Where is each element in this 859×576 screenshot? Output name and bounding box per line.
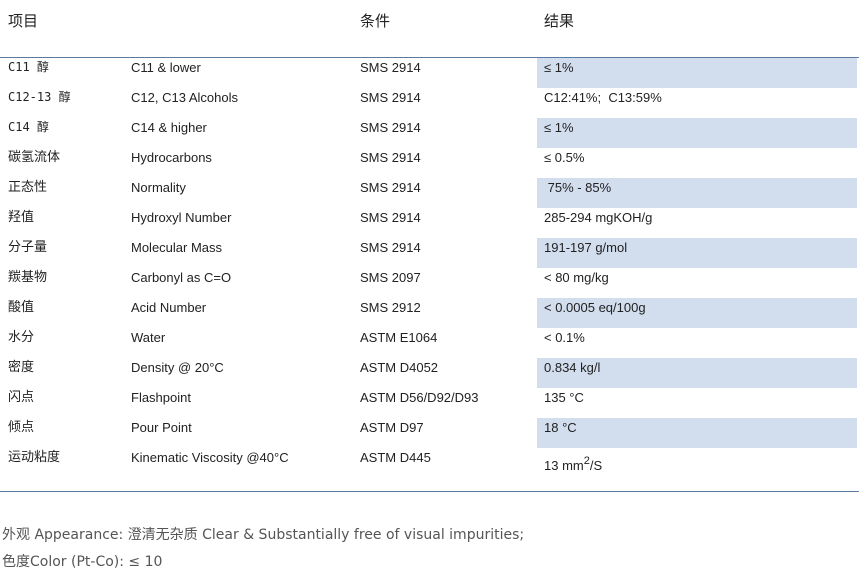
item-en-cell: Flashpoint: [131, 390, 191, 405]
table-row: 碳氢流体 Hydrocarbons SMS 2914 ≤ 0.5%: [0, 148, 859, 178]
table-row: C11 醇 C11 & lower SMS 2914 ≤ 1%: [0, 58, 859, 88]
table-row: C14 醇 C14 & higher SMS 2914 ≤ 1%: [0, 118, 859, 148]
table-bottom-rule: [0, 491, 859, 492]
result-cell: C12:41%; C13:59%: [544, 90, 662, 105]
table-row: 酸值 Acid Number SMS 2912 < 0.0005 eq/100g: [0, 298, 859, 328]
method-cell: SMS 2912: [360, 300, 421, 315]
result-base: 13 mm: [544, 458, 584, 473]
table-row: 羟值 Hydroxyl Number SMS 2914 285-294 mgKOH/g: [0, 208, 859, 238]
result-cell: < 80 mg/kg: [544, 270, 609, 285]
result-cell: ≤ 1%: [544, 60, 574, 75]
header-condition: 条件: [360, 12, 391, 30]
item-cn-cell: 正态性: [8, 180, 48, 195]
item-en-cell: Normality: [131, 180, 186, 195]
item-en-cell: C12, C13 Alcohols: [131, 90, 238, 105]
item-cn-cell: 羰基物: [8, 270, 48, 285]
result-cell: ≤ 1%: [544, 120, 574, 135]
table-row: 倾点 Pour Point ASTM D97 18 °C: [0, 418, 859, 448]
method-cell: SMS 2914: [360, 180, 421, 195]
item-en-cell: Carbonyl as C=O: [131, 270, 232, 285]
item-cn-cell: C14 醇: [8, 120, 49, 134]
item-cn-cell: C11 醇: [8, 60, 49, 74]
result-cell: 0.834 kg/l: [544, 360, 601, 375]
result-cell: 13 mm2/S: [544, 448, 602, 473]
table-row: 水分 Water ASTM E1064 < 0.1%: [0, 328, 859, 358]
method-cell: SMS 2097: [360, 270, 421, 285]
header-item: 项目: [8, 12, 39, 30]
method-cell: ASTM D56/D92/D93: [360, 390, 479, 405]
result-unit-tail: /S: [589, 458, 603, 473]
item-cn-cell: 密度: [8, 360, 35, 375]
method-cell: SMS 2914: [360, 150, 421, 165]
result-superscript: 2: [583, 455, 590, 467]
item-en-cell: Acid Number: [131, 300, 207, 315]
item-en-cell: Water: [131, 330, 166, 345]
method-cell: ASTM D445: [360, 450, 431, 465]
item-en-cell: Pour Point: [131, 420, 192, 435]
item-en-cell: Kinematic Viscosity @40°C: [131, 450, 289, 465]
color-note: 色度Color (Pt-Co): ≤ 10: [2, 554, 163, 570]
result-highlight: [537, 118, 857, 148]
method-cell: ASTM D97: [360, 420, 424, 435]
item-cn-cell: 运动粘度: [8, 450, 61, 465]
method-cell: SMS 2914: [360, 60, 421, 75]
table-row: 闪点 Flashpoint ASTM D56/D92/D93 135 °C: [0, 388, 859, 418]
method-cell: ASTM E1064: [360, 330, 438, 345]
method-cell: SMS 2914: [360, 120, 421, 135]
table-row: 运动粘度 Kinematic Viscosity @40°C ASTM D445 13…: [0, 448, 859, 482]
item-cn-cell: 闪点: [8, 390, 35, 405]
item-en-cell: C14 & higher: [131, 120, 207, 135]
result-highlight: [537, 58, 857, 88]
item-cn-cell: 水分: [8, 330, 35, 345]
item-cn-cell: C12-13 醇: [8, 90, 71, 104]
item-en-cell: Molecular Mass: [131, 240, 223, 255]
method-cell: SMS 2914: [360, 210, 421, 225]
method-cell: SMS 2914: [360, 240, 421, 255]
header-result: 结果: [544, 12, 575, 30]
item-en-cell: Hydroxyl Number: [131, 210, 232, 225]
result-cell: < 0.0005 eq/100g: [544, 300, 646, 315]
appearance-note: 外观 Appearance: 澄清无杂质 Clear & Substantial…: [2, 527, 525, 543]
table-row: 分子量 Molecular Mass SMS 2914 191-197 g/mol: [0, 238, 859, 268]
result-cell: 285-294 mgKOH/g: [544, 210, 653, 225]
result-cell: < 0.1%: [544, 330, 585, 345]
method-cell: SMS 2914: [360, 90, 421, 105]
item-cn-cell: 倾点: [8, 420, 35, 435]
result-highlight: [537, 418, 857, 448]
table-row: 正态性 Normality SMS 2914 75% - 85%: [0, 178, 859, 208]
result-cell: 191-197 g/mol: [544, 240, 628, 255]
spec-table-body: C11 醇 C11 & lower SMS 2914 ≤ 1% C12-13 醇 C12,…: [0, 58, 859, 482]
item-en-cell: Hydrocarbons: [131, 150, 212, 165]
table-header: 项目 条件 结果: [0, 0, 859, 58]
table-row: 羰基物 Carbonyl as C=O SMS 2097 < 80 mg/kg: [0, 268, 859, 298]
item-cn-cell: 分子量: [8, 240, 48, 255]
result-cell: 135 °C: [544, 390, 584, 405]
item-en-cell: C11 & lower: [131, 60, 201, 75]
table-row: 密度 Density @ 20°C ASTM D4052 0.834 kg/l: [0, 358, 859, 388]
item-cn-cell: 酸值: [8, 300, 35, 315]
result-cell: ≤ 0.5%: [544, 150, 585, 165]
result-cell: 75% - 85%: [544, 180, 612, 195]
result-cell: 18 °C: [544, 420, 577, 435]
item-en-cell: Density @ 20°C: [131, 360, 224, 375]
item-cn-cell: 碳氢流体: [8, 150, 61, 165]
item-cn-cell: 羟值: [8, 210, 35, 225]
method-cell: ASTM D4052: [360, 360, 439, 375]
table-row: C12-13 醇 C12, C13 Alcohols SMS 2914 C12:41%…: [0, 88, 859, 118]
